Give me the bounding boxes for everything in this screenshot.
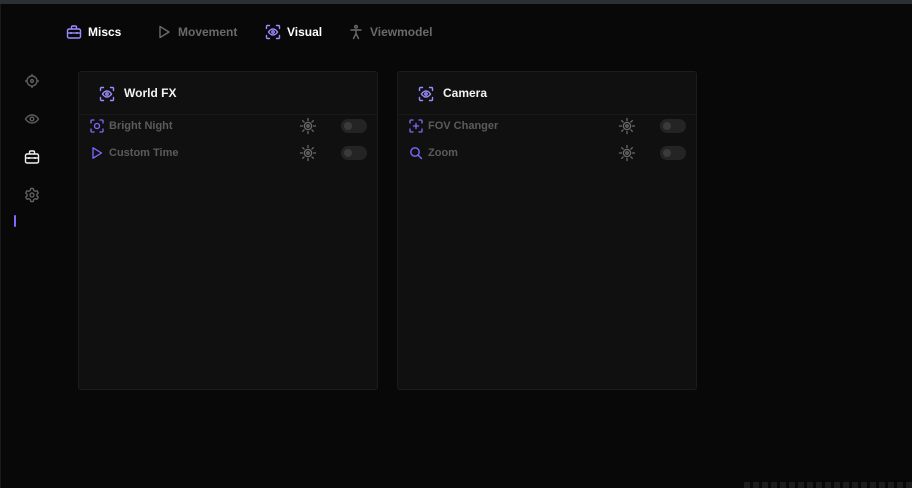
feature-label: Zoom — [428, 147, 458, 159]
sidebar-item-settings[interactable] — [22, 185, 42, 205]
panel-camera: Camera FOV Changer Zoom — [397, 71, 697, 390]
eye-icon — [24, 111, 40, 127]
toggle-switch[interactable] — [341, 146, 367, 160]
crosshair-icon — [24, 73, 40, 89]
window-top-border — [0, 0, 912, 4]
settings-sun-icon[interactable] — [618, 117, 636, 135]
sidebar-active-indicator — [14, 215, 16, 227]
panel-header: Camera — [398, 72, 696, 115]
toggle-knob — [663, 122, 671, 130]
toggle-knob — [663, 149, 671, 157]
person-icon — [348, 24, 364, 40]
toggle-knob — [344, 149, 352, 157]
tab-visual[interactable]: Visual — [265, 20, 322, 44]
window-left-border — [0, 4, 1, 488]
tab-label: Visual — [287, 25, 323, 39]
sidebar-item-misc[interactable] — [22, 147, 42, 167]
play-icon — [156, 24, 172, 40]
settings-sun-icon[interactable] — [299, 117, 317, 135]
scan-icon — [90, 119, 104, 133]
toggle-switch[interactable] — [341, 119, 367, 133]
feature-row-custom-time: Custom Time — [79, 143, 377, 163]
feature-label: Bright Night — [109, 120, 173, 132]
panel-title: Camera — [443, 86, 488, 100]
tab-viewmodel[interactable]: Viewmodel — [348, 20, 432, 44]
tab-miscs[interactable]: Miscs — [66, 20, 121, 44]
feature-row-zoom: Zoom — [398, 143, 696, 163]
tab-label: Viewmodel — [370, 25, 433, 39]
gear-icon — [24, 187, 40, 203]
feature-label: Custom Time — [109, 147, 179, 159]
settings-sun-icon[interactable] — [618, 144, 636, 162]
tab-label: Miscs — [88, 25, 122, 39]
eye-scan-icon — [99, 86, 115, 102]
sidebar-item-aim[interactable] — [22, 71, 42, 91]
toggle-switch[interactable] — [660, 146, 686, 160]
panel-title: World FX — [124, 86, 177, 100]
feature-label: FOV Changer — [428, 120, 499, 132]
play-icon — [90, 146, 104, 160]
eye-scan-icon — [418, 86, 434, 102]
tab-label: Movement — [178, 25, 238, 39]
eye-scan-icon — [265, 24, 281, 40]
footer-watermark — [744, 482, 912, 488]
toggle-knob — [344, 122, 352, 130]
tab-movement[interactable]: Movement — [156, 20, 237, 44]
scan-plus-icon — [409, 119, 423, 133]
panel-world-fx: World FX Bright Night Custom Time — [78, 71, 378, 390]
toggle-switch[interactable] — [660, 119, 686, 133]
toolbox-icon — [66, 24, 82, 40]
toolbox-icon — [24, 149, 40, 165]
feature-row-fov-changer: FOV Changer — [398, 116, 696, 136]
search-icon — [409, 146, 423, 160]
panel-header: World FX — [79, 72, 377, 115]
sidebar-item-visuals[interactable] — [22, 109, 42, 129]
feature-row-bright-night: Bright Night — [79, 116, 377, 136]
settings-sun-icon[interactable] — [299, 144, 317, 162]
